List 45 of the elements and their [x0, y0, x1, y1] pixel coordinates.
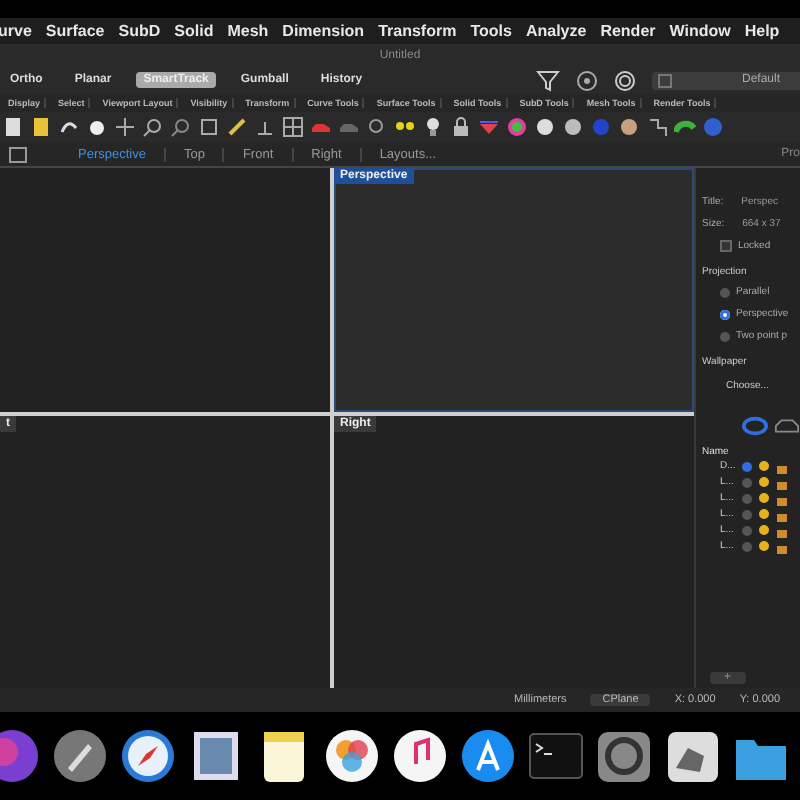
orb-icon[interactable]: [0, 728, 40, 784]
move-icon[interactable]: [114, 116, 136, 138]
menu-item[interactable]: SubD: [118, 22, 161, 40]
current-layer-dot[interactable]: [742, 541, 752, 551]
color-wheel-icon[interactable]: [506, 116, 528, 138]
current-layer-dot[interactable]: [742, 525, 752, 535]
current-layer-dot[interactable]: [742, 493, 752, 503]
menu-item[interactable]: Help: [744, 22, 780, 40]
arc-icon[interactable]: [674, 116, 696, 138]
square-icon[interactable]: [8, 145, 28, 163]
menu-item[interactable]: Tools: [470, 22, 512, 40]
current-layer-dot[interactable]: [742, 461, 752, 471]
target-icon[interactable]: [576, 69, 598, 91]
sphere-icon[interactable]: [562, 116, 584, 138]
frame-icon[interactable]: [198, 116, 220, 138]
a-letter-icon[interactable]: [460, 728, 516, 784]
current-layer-dot[interactable]: [742, 509, 752, 519]
menu-item[interactable]: Dimension: [282, 22, 365, 40]
page-icon[interactable]: [2, 116, 24, 138]
flower-icon[interactable]: [324, 728, 380, 784]
filter-icon[interactable]: [536, 69, 560, 91]
rings-icon[interactable]: [614, 69, 636, 91]
checkbox[interactable]: [720, 240, 732, 252]
zoom-icon[interactable]: [170, 116, 192, 138]
compass-icon[interactable]: [120, 728, 176, 784]
undo-icon[interactable]: [58, 116, 80, 138]
clipboard-icon[interactable]: [30, 116, 52, 138]
pen-icon[interactable]: [226, 116, 248, 138]
menu-item[interactable]: Render: [600, 22, 656, 40]
menu-item[interactable]: Window: [669, 22, 731, 40]
menu-item[interactable]: Mesh: [227, 22, 269, 40]
zoom-icon[interactable]: [142, 116, 164, 138]
radio-button[interactable]: [720, 331, 730, 341]
sphere-icon[interactable]: [534, 116, 556, 138]
layer-swatch: [658, 73, 672, 87]
menu-item[interactable]: Transform: [378, 22, 457, 40]
grid-icon[interactable]: [282, 116, 304, 138]
terminal-icon[interactable]: [528, 728, 584, 784]
radio-button[interactable]: [720, 309, 730, 319]
sphere-icon[interactable]: [618, 116, 640, 138]
current-layer-dot[interactable]: [742, 477, 752, 487]
menu-item[interactable]: Solid: [174, 22, 214, 40]
radio-button[interactable]: [720, 287, 730, 297]
menu-item[interactable]: Surface: [45, 22, 105, 40]
menu-item[interactable]: Analyze: [525, 22, 587, 40]
